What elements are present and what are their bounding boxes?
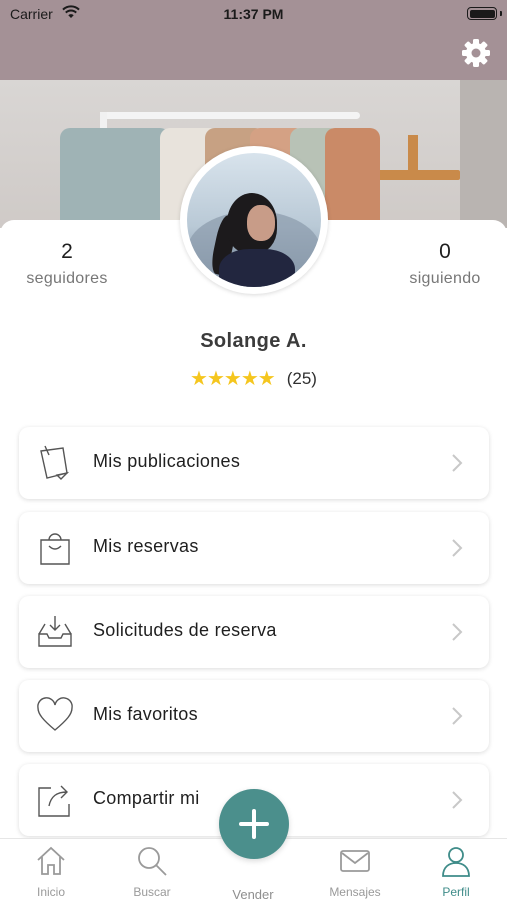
tab-label: Inicio [36, 885, 65, 899]
search-icon [138, 847, 167, 876]
menu-item-solicitudes-de-reserva[interactable]: Solicitudes de reserva [19, 596, 489, 668]
plus-icon [239, 809, 269, 839]
menu-item-mis-publicaciones[interactable]: Mis publicaciones [19, 427, 489, 499]
inbox-download-icon [38, 616, 72, 647]
following-stat[interactable]: 0 siguiendo [375, 238, 507, 288]
chevron-right-icon [452, 623, 463, 641]
tab-inicio[interactable]: Inicio [11, 843, 91, 899]
tab-label: Buscar [133, 885, 171, 899]
tab-label: Mensajes [329, 885, 381, 899]
rating-count: (25) [286, 369, 317, 388]
tab-label: Perfil [442, 885, 470, 899]
share-icon [38, 785, 70, 817]
settings-button[interactable] [458, 35, 494, 71]
star-rating: ★★★★★ [190, 368, 276, 390]
following-label: siguiendo [409, 270, 481, 287]
menu-label: Mis reservas [93, 536, 199, 556]
battery-icon [467, 7, 497, 20]
mail-icon [340, 850, 370, 872]
avatar[interactable] [187, 153, 321, 287]
tab-buscar[interactable]: Buscar [112, 843, 192, 899]
gear-icon [462, 39, 490, 67]
chevron-right-icon [452, 539, 463, 557]
home-icon [37, 846, 65, 875]
chevron-right-icon [452, 707, 463, 725]
status-bar: Carrier 11:37 PM [0, 0, 507, 30]
rating[interactable]: ★★★★★ (25) [0, 367, 507, 391]
menu-label: Mis publicaciones [93, 451, 241, 471]
shopping-bag-icon [40, 533, 70, 565]
followers-count: 2 [61, 240, 73, 263]
chevron-right-icon [452, 454, 463, 472]
followers-label: seguidores [26, 270, 108, 287]
menu-label: Compartir mi [93, 788, 200, 808]
menu-label: Solicitudes de reserva [93, 620, 277, 640]
sell-button[interactable] [219, 789, 289, 859]
heart-icon [37, 697, 73, 731]
menu-item-mis-favoritos[interactable]: Mis favoritos [19, 680, 489, 752]
notes-icon [40, 445, 70, 480]
profile-name: Solange A. [200, 330, 307, 352]
following-count: 0 [439, 240, 451, 263]
clock: 11:37 PM [223, 6, 284, 22]
tab-label: Vender [232, 887, 274, 900]
menu-item-mis-reservas[interactable]: Mis reservas [19, 512, 489, 584]
followers-stat[interactable]: 2 seguidores [0, 238, 137, 288]
tab-mensajes[interactable]: Mensajes [315, 843, 395, 899]
chevron-right-icon [452, 791, 463, 809]
user-icon [442, 847, 470, 877]
menu-label: Mis favoritos [93, 704, 198, 724]
tab-perfil[interactable]: Perfil [416, 843, 496, 899]
